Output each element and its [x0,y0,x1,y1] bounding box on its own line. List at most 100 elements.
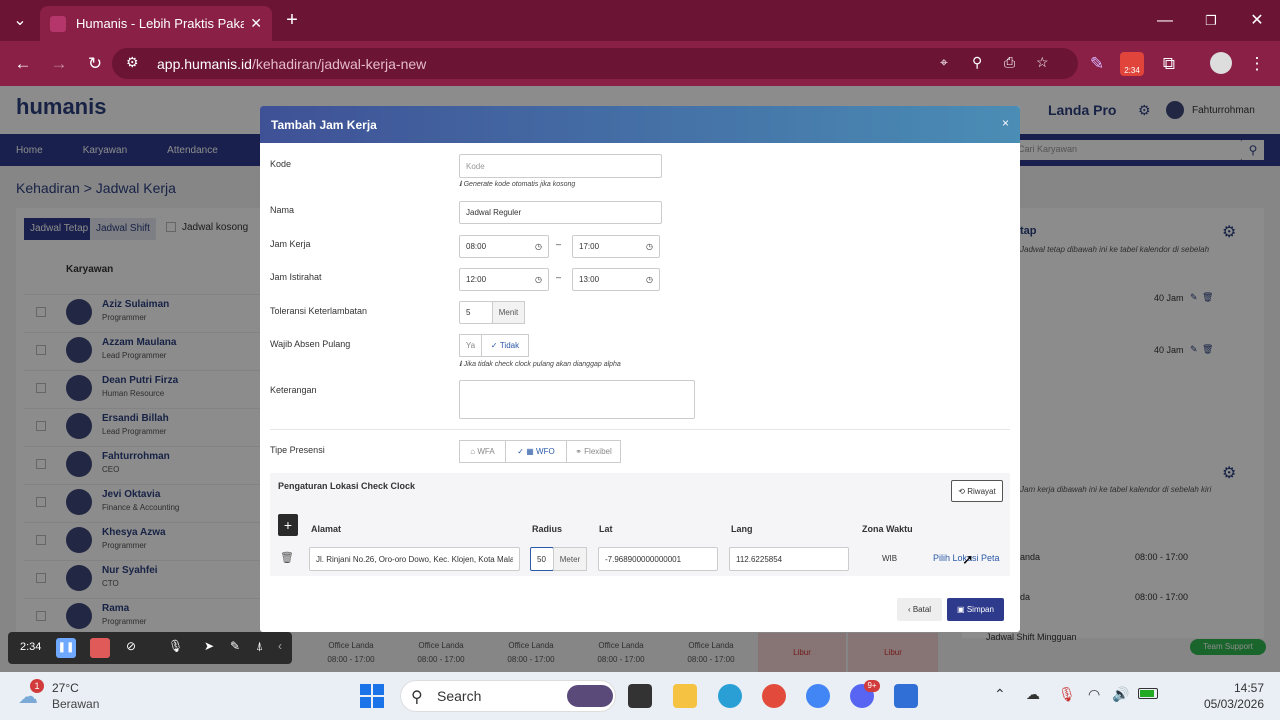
jam-kerja-end-input[interactable]: 17:00 ◷ [572,235,660,258]
history-icon: ⟲ [958,486,968,496]
location-icon[interactable]: ⌖ [940,54,948,71]
weather-temp[interactable]: 27°C [52,681,79,695]
task-view-icon[interactable] [628,684,652,708]
lat-input[interactable]: -7.968900000000001 [598,547,718,571]
back-icon[interactable]: ← [8,41,38,86]
install-app-icon[interactable]: ⎙ [1004,54,1015,71]
modal-close-icon[interactable]: × [1002,116,1009,130]
jam-kerja-start-input[interactable]: 08:00 ◷ [459,235,549,258]
chrome-profile-icon[interactable] [762,684,786,708]
jam-kerja-end-value: 17:00 [579,242,600,251]
wajib-tidak-option[interactable]: ✓ Tidak [481,334,529,357]
jam-istirahat-end-input[interactable]: 13:00 ◷ [572,268,660,291]
simpan-button[interactable]: ▣ Simpan [947,598,1004,621]
window-close-icon[interactable]: ✕ [1242,0,1272,41]
tab-search-icon[interactable]: ⌄ [8,0,32,41]
microphone-icon[interactable]: 🎙 [168,639,183,653]
recorder-extension-icon[interactable]: 2:34 [1120,52,1144,76]
batal-label: Batal [912,605,932,614]
lat-value: -7.968900000000001 [605,554,682,564]
clock-date[interactable]: 05/03/2026 [1190,697,1264,711]
forward-icon[interactable]: → [44,41,74,86]
simpan-label: Simpan [966,605,994,614]
browser-tab[interactable]: Humanis - Lebih Praktis Pakai H ✕ [40,6,272,41]
mic-in-use-icon[interactable]: 🎙 [1058,686,1076,703]
riwayat-button[interactable]: ⟲ Riwayat [951,480,1003,502]
restore-icon[interactable]: ❐ [1196,0,1226,41]
favicon-icon [50,15,66,32]
extension-pen-icon[interactable]: ✎ [1082,41,1112,86]
jam-istirahat-start-input[interactable]: 12:00 ◷ [459,268,549,291]
cursor-tool-icon[interactable]: ➤ [204,639,214,653]
file-explorer-icon[interactable] [673,684,697,708]
kode-input[interactable]: Kode [459,154,662,178]
col-lat: Lat [599,524,613,534]
taskbar-search[interactable]: ⚲ Search [400,680,616,712]
reload-icon[interactable]: ↻ [80,41,110,86]
discord-badge: 9+ [864,680,880,692]
building-icon: ▦ [526,447,537,456]
delete-row-icon[interactable]: 🗑 [280,551,294,564]
wajib-hint-text: Jika tidak check clock pulang akan diang… [463,361,621,368]
link-icon: ⚭ [575,447,585,456]
start-windows-icon[interactable] [360,684,384,708]
profile-avatar-icon[interactable] [1210,52,1232,74]
lang-input[interactable]: 112.6225854 [729,547,849,571]
pause-icon[interactable]: ❚❚ [56,638,76,658]
tipe-wfa-option[interactable]: ⌂ WFA [459,440,506,463]
alamat-input[interactable]: Jl. Rinjani No.26, Oro-oro Dowo, Kec. Kl… [309,547,520,571]
jam-istirahat-label: Jam Istirahat [270,272,322,282]
wajib-tidak-text: Tidak [499,341,520,350]
zoom-icon[interactable]: ⚲ [972,54,982,71]
bookmark-star-icon[interactable]: ☆ [1036,54,1049,71]
chrome-icon[interactable] [806,684,830,708]
stop-icon[interactable] [90,638,110,658]
clock-time[interactable]: 14:57 [1206,681,1264,695]
tipe-wfo-option[interactable]: ✓ ▦ WFO [505,440,567,463]
search-icon: ⚲ [411,689,423,706]
minimize-icon[interactable]: — [1150,0,1180,41]
batal-button[interactable]: ‹ Batal [897,598,942,621]
extensions-puzzle-icon[interactable]: ⧉ [1154,41,1184,86]
keterangan-textarea[interactable] [459,380,695,419]
riwayat-label: Riwayat [967,486,996,496]
wifi-icon[interactable]: ◠ [1088,686,1100,703]
tab-title: Humanis - Lebih Praktis Pakai H [76,16,245,31]
radius-input[interactable]: 50 [530,547,554,571]
save-icon: ▣ [957,605,967,614]
radius-value: 50 [537,554,546,564]
col-lang: Lang [731,524,753,534]
alamat-value: Jl. Rinjani No.26, Oro-oro Dowo, Kec. Kl… [316,554,513,564]
tab-close-icon[interactable]: ✕ [250,15,262,32]
edge-icon[interactable] [718,684,742,708]
site-info-icon[interactable]: ⚙ [126,54,139,71]
battery-icon[interactable] [1138,688,1158,699]
mouse-cursor-icon: ➚ [962,551,974,567]
volume-icon[interactable]: 🔊 [1112,686,1129,703]
lokasi-title: Pengaturan Lokasi Check Clock [278,481,416,491]
add-work-hours-modal: Tambah Jam Kerja × Kode Kode ℹ Generate … [260,106,1020,632]
check-icon: ✓ [490,341,500,350]
collapse-icon[interactable]: ‹ [278,639,282,653]
range-dash: – [556,272,562,282]
nama-input[interactable]: Jadwal Reguler [459,201,662,224]
show-hidden-icons-icon[interactable]: ⌃ [994,686,1006,703]
onedrive-icon[interactable]: ☁ [1026,686,1040,703]
new-tab-icon[interactable]: + [280,0,304,41]
notepad-icon[interactable] [894,684,918,708]
tipe-wfo-text: WFO [536,447,555,456]
nama-value: Jadwal Reguler [466,208,522,217]
weather-desc[interactable]: Berawan [52,697,99,711]
webcam-off-icon[interactable]: ⊘ [126,639,136,653]
tipe-flexibel-option[interactable]: ⚭ Flexibel [566,440,621,463]
jam-kerja-label: Jam Kerja [270,239,311,249]
add-location-button[interactable]: + [278,514,298,536]
toleransi-input[interactable]: 5 [459,301,493,324]
url-bar[interactable]: ⚙ app.humanis.id/kehadiran/jadwal-kerja-… [112,48,1078,79]
browser-menu-icon[interactable]: ⋮ [1242,41,1272,86]
clock-icon: ◷ [535,275,542,284]
pen-tool-icon[interactable]: ✎ [230,639,240,653]
wajib-hint: ℹ Jika tidak check clock pulang akan dia… [459,360,621,368]
wajib-ya-option[interactable]: Ya [459,334,482,357]
highlighter-icon[interactable]: ⍋ [256,639,263,654]
